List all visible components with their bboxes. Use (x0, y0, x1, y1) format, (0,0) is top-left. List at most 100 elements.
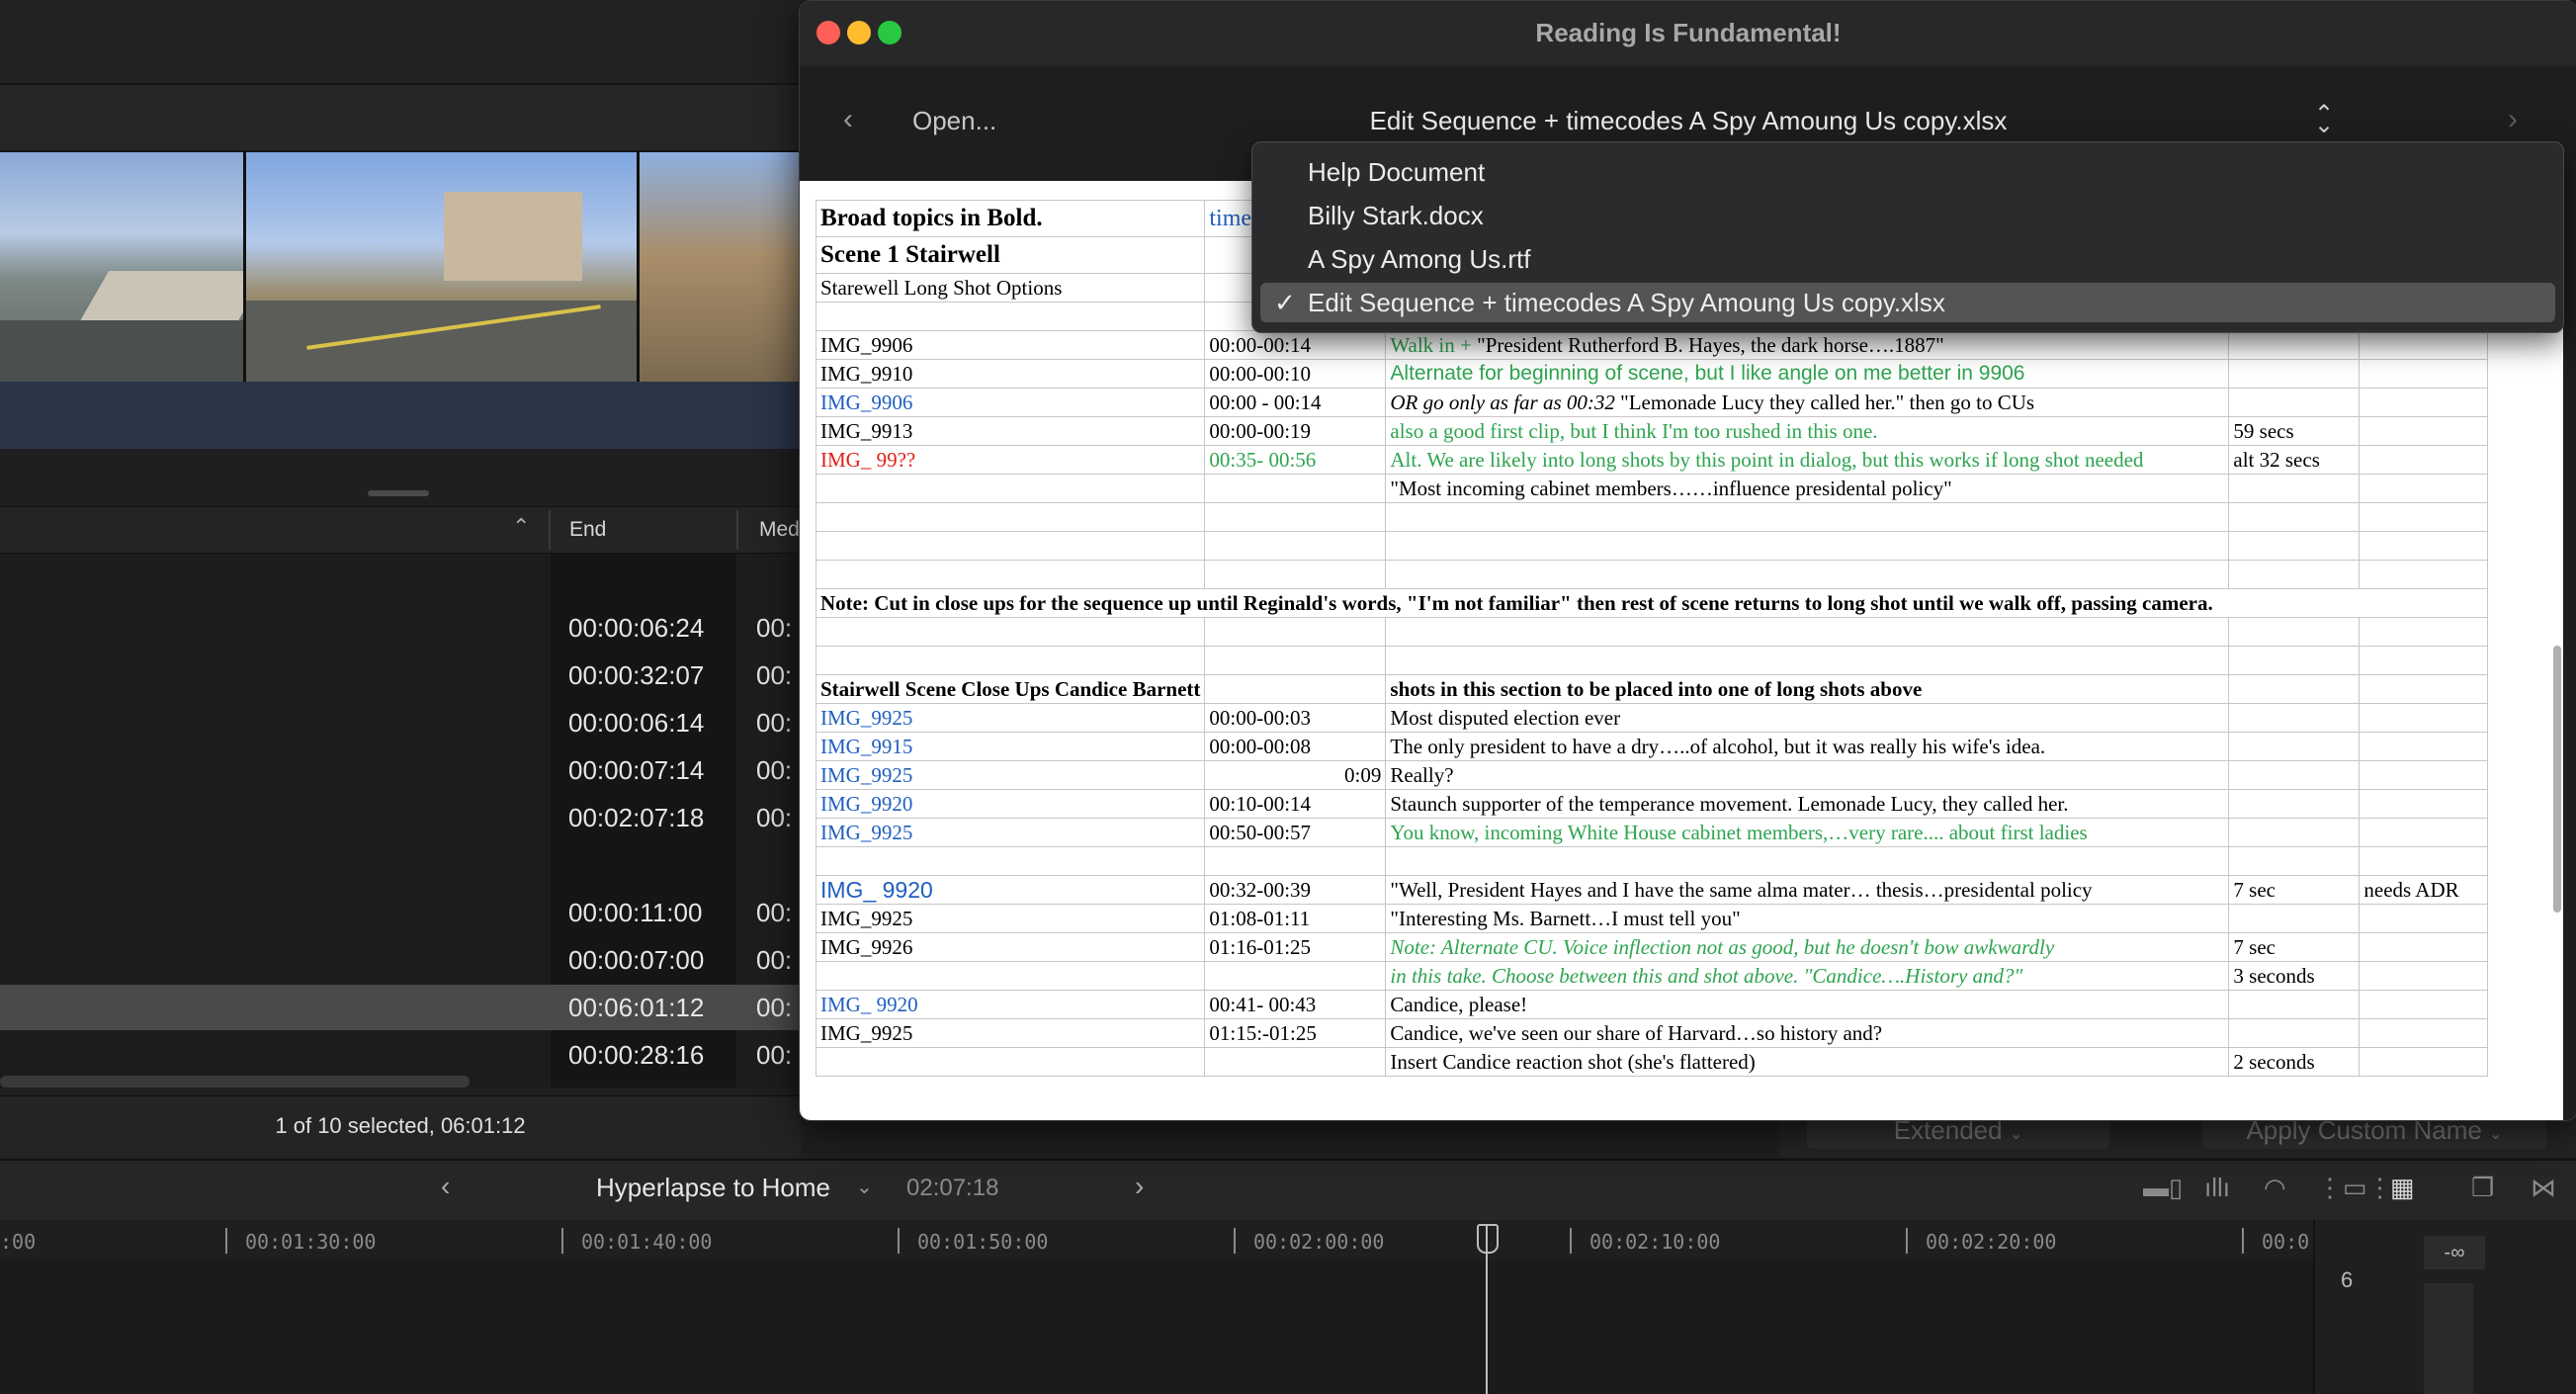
clip-media-start[interactable]: 00: (756, 755, 792, 786)
column-header-media[interactable]: Med (759, 518, 800, 542)
ruler-tick (898, 1228, 900, 1254)
cell: IMG_ 9920 (815, 990, 1206, 1019)
cell: Starewell Long Shot Options (815, 273, 1206, 303)
table-row: IMG_9925 00:50-00:57 You know, incoming … (815, 818, 2489, 847)
clip-end-time[interactable]: 00:00:06:14 (568, 708, 704, 739)
ruler-tick (1906, 1228, 1908, 1254)
window-layers-icon[interactable]: ❐ (2471, 1173, 2494, 1203)
clip-media-start[interactable]: 00: (756, 803, 792, 833)
cell (2359, 674, 2489, 704)
cell (2228, 474, 2361, 503)
playhead[interactable] (1486, 1226, 1488, 1394)
cell: 00:32-00:39 (1204, 875, 1387, 905)
cell (2359, 445, 2489, 475)
cell (815, 302, 1206, 331)
cell (1385, 846, 2230, 876)
playhead-handle[interactable] (1477, 1224, 1499, 1254)
clip-end-time[interactable]: 00:00:11:00 (568, 898, 702, 928)
clip-end-time[interactable]: 00:06:01:12 (568, 993, 704, 1023)
sort-ascending-icon[interactable]: ⌃ (512, 514, 530, 540)
clip-media-start[interactable]: 00: (756, 993, 792, 1023)
clip-media-start[interactable]: 00: (756, 660, 792, 691)
menu-item-a-spy-among-us[interactable]: A Spy Among Us.rtf (1260, 239, 2555, 279)
cell: Alternate for beginning of scene, but I … (1385, 359, 2230, 389)
clip-media-start[interactable]: 00: (756, 1040, 792, 1071)
table-row: IMG_9913 00:00-00:19 also a good first c… (815, 416, 2489, 446)
clip-media-start[interactable]: 00: (756, 945, 792, 976)
window-title: Reading Is Fundamental! (1535, 18, 1842, 47)
filmstrip[interactable] (0, 152, 801, 449)
cell: Walk in + "President Rutherford B. Hayes… (1385, 330, 2230, 360)
cell: Most disputed election ever (1385, 703, 2230, 733)
cell (815, 560, 1206, 589)
transitions-icon[interactable]: ⋈ (2531, 1173, 2556, 1203)
menu-item-label: Billy Stark.docx (1308, 201, 1484, 230)
cell (1204, 674, 1387, 704)
forward-chevron-icon[interactable]: › (2508, 103, 2518, 136)
horizontal-scrollbar[interactable] (0, 1076, 470, 1088)
timeline-forward-icon[interactable]: › (1135, 1171, 1144, 1202)
cell (815, 502, 1206, 532)
menu-item-help-document[interactable]: Help Document (1260, 152, 2555, 192)
chevron-down-icon[interactable]: ⌄ (856, 1175, 873, 1199)
audio-waveform-icon[interactable]: ıllı (2204, 1173, 2230, 1203)
timeline-project-title[interactable]: Hyperlapse to Home (596, 1173, 830, 1203)
cell (2359, 961, 2489, 991)
browser-column-header (0, 506, 801, 554)
clip-end-time[interactable]: 00:02:07:18 (568, 803, 704, 833)
cell (2228, 990, 2361, 1019)
cell: Alt. We are likely into long shots by th… (1385, 445, 2230, 475)
cell (2359, 474, 2489, 503)
clip-appearance-icon[interactable]: ▬▯ (2143, 1173, 2183, 1203)
cell (1204, 846, 1387, 876)
clip-end-time[interactable]: 00:00:32:07 (568, 660, 704, 691)
cell (2228, 818, 2361, 847)
column-divider[interactable] (736, 510, 738, 550)
document-select[interactable]: Edit Sequence + timecodes A Spy Amoung U… (800, 106, 2576, 136)
clip-media-start[interactable]: 00: (756, 613, 792, 644)
timeline-duration: 02:07:18 (906, 1175, 999, 1201)
filmstrip-frame (640, 152, 801, 382)
cell (815, 617, 1206, 647)
cell: 3 seconds (2228, 961, 2361, 991)
table-row: "Most incoming cabinet members……influenc… (815, 474, 2489, 503)
timeline-track-area[interactable] (0, 1260, 2313, 1394)
cell (1204, 531, 1387, 561)
clip-end-time[interactable]: 00:00:28:16 (568, 1040, 704, 1071)
pane-resize-handle[interactable] (368, 490, 429, 496)
cell: 7 sec (2228, 932, 2361, 962)
table-row (815, 531, 2489, 561)
cell: 00:00-00:03 (1204, 703, 1387, 733)
clip-end-time[interactable]: 00:00:07:14 (568, 755, 704, 786)
cell: OR go only as far as 00:32 "Lemonade Luc… (1385, 388, 2230, 417)
ruler-tick-label: 00:01:40:00 (581, 1230, 713, 1254)
menu-item-billy-stark[interactable]: Billy Stark.docx (1260, 196, 2555, 235)
cell (2359, 904, 2489, 933)
cell: Scene 1 Stairwell (815, 236, 1206, 274)
vertical-scrollbar[interactable] (2553, 646, 2561, 913)
cell: 0:09 (1204, 760, 1387, 790)
menu-item-label: A Spy Among Us.rtf (1308, 244, 1531, 274)
filmstrip-view-icon[interactable]: ▦ (2390, 1173, 2415, 1203)
table-row: IMG_9906 00:00-00:14 Walk in + "Presiden… (815, 330, 2489, 360)
clip-end-time[interactable]: 00:00:06:24 (568, 613, 704, 644)
cell (2359, 560, 2489, 589)
window-titlebar[interactable]: Reading Is Fundamental! (800, 1, 2576, 66)
menu-item-edit-sequence[interactable]: ✓ Edit Sequence + timecodes A Spy Amoung… (1260, 283, 2555, 322)
cell (1204, 560, 1387, 589)
headphones-icon[interactable]: ◠ (2264, 1173, 2286, 1203)
column-header-end[interactable]: End (569, 518, 606, 542)
cell (2359, 646, 2489, 675)
snapping-icon[interactable]: ⋮▭⋮ (2317, 1173, 2393, 1203)
cell (2228, 502, 2361, 532)
cell: needs ADR (2359, 875, 2489, 905)
cell: 00:50-00:57 (1204, 818, 1387, 847)
column-divider[interactable] (549, 510, 551, 550)
timeline-back-icon[interactable]: ‹ (441, 1171, 450, 1202)
clip-media-start[interactable]: 00: (756, 708, 792, 739)
cell (2359, 502, 2489, 532)
clip-end-time[interactable]: 00:00:07:00 (568, 945, 704, 976)
cell: 00:00-00:19 (1204, 416, 1387, 446)
filmstrip-frame (246, 152, 640, 382)
clip-media-start[interactable]: 00: (756, 898, 792, 928)
